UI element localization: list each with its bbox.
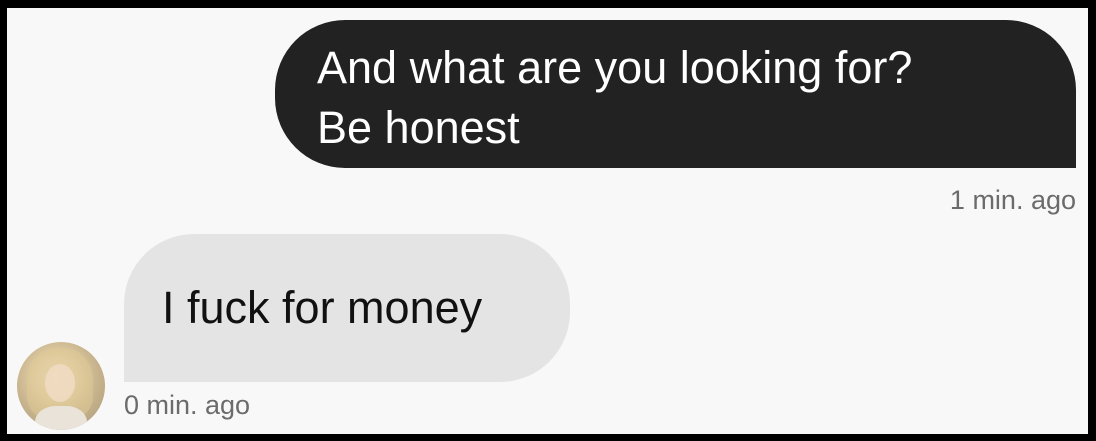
outgoing-message-line-1: And what are you looking for? [317,42,913,93]
incoming-message-text: I fuck for money [162,282,483,333]
outgoing-message-bubble[interactable]: And what are you looking for? Be honest [275,20,1076,168]
avatar-body [35,406,87,430]
outgoing-message-line-2: Be honest [317,102,520,153]
avatar[interactable] [17,342,105,430]
outgoing-message-timestamp: 1 min. ago [949,185,1076,215]
chat-thread: And what are you looking for? Be honest … [7,8,1088,434]
incoming-message-bubble[interactable]: I fuck for money [124,234,570,382]
incoming-message-timestamp: 0 min. ago [124,390,251,420]
avatar-face [45,364,75,402]
